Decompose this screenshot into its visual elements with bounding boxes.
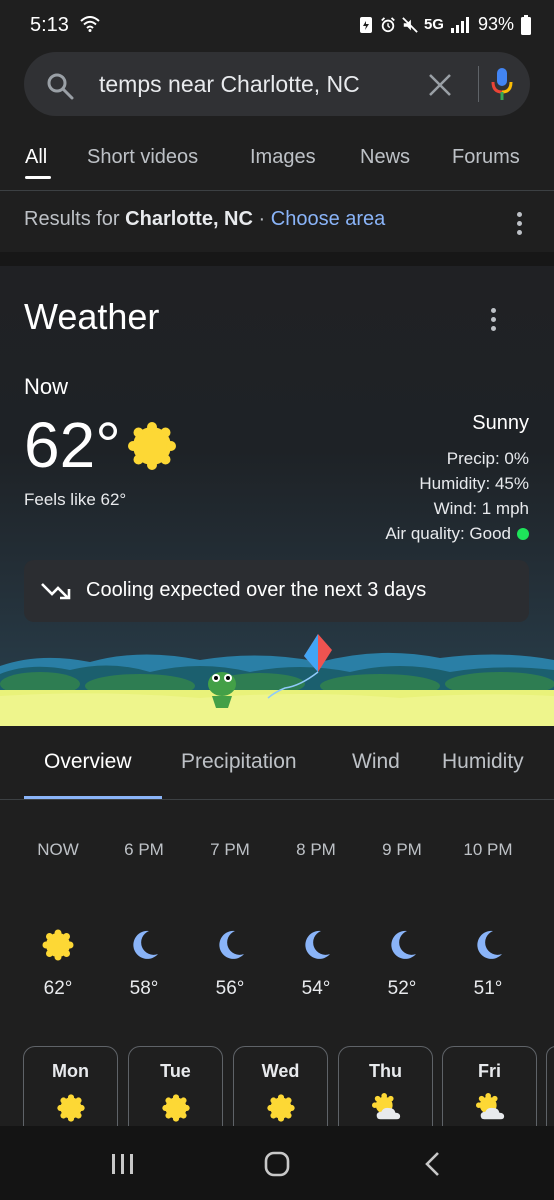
data-saver-icon [359,16,372,33]
sun-icon [128,422,176,470]
network-type: 5G [423,16,444,33]
status-right: 5G 93% [358,14,532,35]
tab-all[interactable]: All [25,146,47,169]
signal-icon [450,16,469,33]
wind: Wind: 1 mph [433,499,529,518]
weather-title: Weather [24,296,160,337]
moon-icon [133,930,158,959]
hour-label: 10 PM [463,840,513,859]
tab-overview[interactable]: Overview [44,750,132,774]
condition: Sunny [472,412,529,434]
trending-down-icon [41,583,71,600]
hour-label: 9 PM [382,840,422,859]
mute-icon [402,16,418,33]
moon-icon [477,930,502,959]
forecast-tabs: Overview Precipitation Wind Humidity [0,726,554,800]
results-for-row: Results for Charlotte, NC · Choose area [24,208,385,231]
hour-temp: 56° [215,978,245,999]
status-bar: 5:13 5G 93% [0,0,554,52]
hour-temp: 62° [43,978,73,999]
sun-icon [57,1094,85,1122]
more-options-icon[interactable] [517,212,523,236]
hour-label: 8 PM [296,840,336,859]
battery-icon [521,14,531,35]
day-name: Wed [261,1061,300,1081]
current-temp: 62° [24,409,121,481]
weather-details: Precip: 0% Humidity: 45% Wind: 1 mph Air… [385,446,529,546]
banner-text: Cooling expected over the next 3 days [86,579,427,601]
section-gap [0,252,554,266]
tab-humidity[interactable]: Humidity [442,750,524,774]
search-bar[interactable]: temps near Charlotte, NC [24,52,530,116]
sun-icon [162,1094,190,1122]
tab-indicator [25,176,51,179]
close-icon[interactable] [428,73,452,97]
results-prefix: Results for [24,208,120,230]
moon-icon [219,930,244,959]
tab-precipitation[interactable]: Precipitation [181,750,297,774]
choose-area-link[interactable]: Choose area [271,208,386,230]
cooling-banner[interactable]: Cooling expected over the next 3 days [24,560,529,622]
back-icon[interactable] [424,1151,442,1177]
tab-short-videos[interactable]: Short videos [87,146,198,169]
day-name: Tue [160,1061,191,1081]
alarm-icon [381,16,395,32]
wifi-icon [80,16,100,32]
day-name: Thu [369,1061,402,1081]
sun-icon [42,929,74,961]
partly-cloudy-icon [372,1093,401,1120]
divider [0,799,554,800]
divider [0,190,554,191]
tab-news[interactable]: News [360,146,410,169]
search-divider [478,66,479,102]
results-location: Charlotte, NC [125,208,253,230]
tab-wind[interactable]: Wind [352,750,400,774]
status-time: 5:13 [30,14,69,36]
mic-icon[interactable] [490,66,514,102]
feels-like: Feels like 62° [24,490,127,509]
tab-images[interactable]: Images [250,146,316,169]
sun-icon [267,1094,295,1122]
now-label: Now [24,374,69,399]
weather-card: Weather Now 62° Feels like 62° Sunny Pre… [0,266,554,726]
air-quality-row[interactable]: Air quality: Good [385,521,529,546]
navigation-bar [0,1126,554,1200]
humidity: Humidity: 45% [419,474,529,493]
recent-apps-icon[interactable] [110,1152,136,1176]
search-icon[interactable] [46,72,74,100]
air-quality-dot [517,528,529,540]
precip: Precip: 0% [446,449,529,468]
tab-forums[interactable]: Forums [452,146,520,169]
day-name: Fri [477,1061,501,1081]
hour-temp: 51° [473,978,503,999]
partly-cloudy-icon [476,1093,505,1120]
air-quality: Air quality: Good [385,524,511,543]
moon-icon [305,930,330,959]
search-input[interactable]: temps near Charlotte, NC [99,71,360,98]
hour-label: 7 PM [210,840,250,859]
home-icon[interactable] [264,1151,290,1177]
hour-temp: 54° [301,978,331,999]
hour-temp: 52° [387,978,417,999]
battery-percent: 93% [477,14,514,34]
weather-scene-illustration [0,634,554,726]
day-name: Mon [52,1061,89,1081]
hour-label: 6 PM [124,840,164,859]
results-separator: · [258,208,266,230]
weather-more-icon[interactable] [491,308,497,332]
hour-temp: 58° [129,978,159,999]
hour-label: NOW [37,840,79,859]
moon-icon [391,930,416,959]
